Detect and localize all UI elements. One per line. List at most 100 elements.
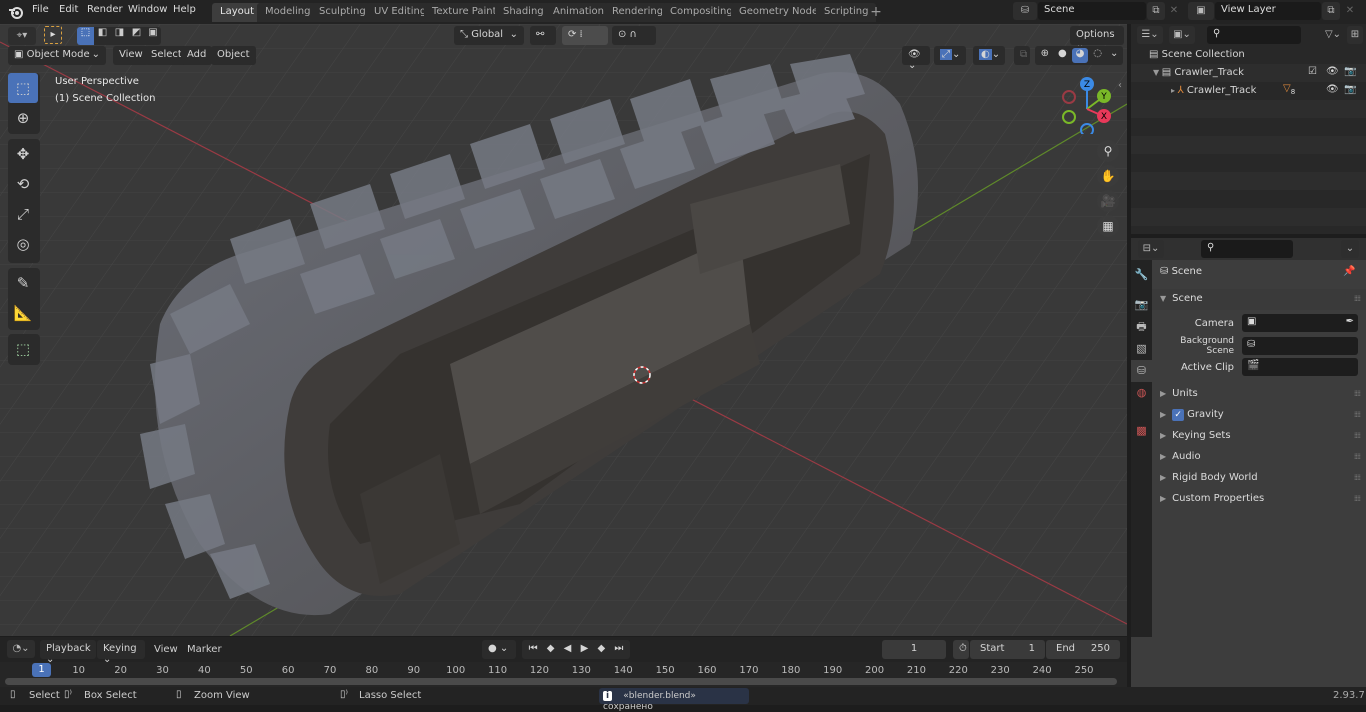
panel-audio[interactable]: ▶ Audio ⁞⁞⁞⁞ [1152, 447, 1366, 468]
drag-handle-icon[interactable]: ⁞⁞⁞⁞ [1354, 389, 1361, 398]
view-layer-name-field[interactable]: View Layer [1215, 2, 1321, 20]
outliner-search-input[interactable]: ⚲ [1207, 26, 1301, 44]
menu-window[interactable]: Window [128, 4, 167, 15]
snap-toggle[interactable]: ⟳ ⁞ [562, 26, 608, 45]
properties-search-input[interactable]: ⚲ [1201, 240, 1293, 258]
next-keyframe-icon[interactable]: ◆ [597, 643, 605, 656]
jump-end-icon[interactable]: ⏭ [614, 643, 623, 656]
transform-orientation-dropdown[interactable]: ⤡ Global ⌄ [454, 26, 524, 45]
jump-start-icon[interactable]: ⏮ [529, 643, 538, 656]
wireframe-shading-icon[interactable]: ⊕ [1037, 48, 1053, 63]
navigation-gizmo[interactable]: Z Y X [1055, 74, 1125, 134]
output-tab-icon[interactable]: 🖶 [1131, 316, 1152, 338]
scene-tab-icon[interactable]: ⛁ [1131, 360, 1152, 382]
view-layer-tab-icon[interactable]: ▧ [1131, 338, 1152, 360]
scene-name-field[interactable]: Scene [1038, 2, 1146, 20]
panel-scene-header[interactable]: ▼ Scene ⁞⁞⁞⁞ [1152, 289, 1366, 310]
current-frame-field[interactable]: 1 [882, 640, 946, 659]
sidebar-toggle-icon[interactable]: ‹ [1118, 80, 1122, 91]
play-reverse-icon[interactable]: ◀ [564, 643, 572, 656]
drag-handle-icon[interactable]: ⁞⁞⁞⁞ [1354, 452, 1361, 461]
tab-compositing[interactable]: Compositing [662, 3, 741, 22]
new-collection-icon[interactable]: ⊞ [1347, 26, 1363, 44]
drag-handle-icon[interactable]: ⁞⁞⁞⁞ [1354, 473, 1361, 482]
background-scene-field[interactable]: ⛁ [1242, 337, 1358, 355]
solid-shading-icon[interactable]: ● [1055, 48, 1071, 63]
move-tool-icon[interactable]: ✥ [8, 139, 38, 169]
auto-keying-toggle[interactable]: ● ⌄ [482, 640, 516, 659]
editor-type-icon[interactable]: ⊟⌄ [1138, 240, 1164, 258]
timeline-editor-type-icon[interactable]: ◔⌄ [7, 640, 35, 658]
tab-shading[interactable]: Shading [495, 3, 552, 22]
zoom-view-icon[interactable]: ⚲ [1097, 140, 1119, 162]
exclude-checkbox[interactable]: ☑ [1308, 66, 1317, 77]
cursor-tool-icon[interactable]: ⊕ [8, 103, 38, 133]
play-icon[interactable]: ▶ [581, 643, 589, 656]
filter-icon[interactable]: ▽⌄ [1321, 26, 1345, 44]
tab-sculpting[interactable]: Sculpting [311, 3, 374, 22]
camera-render-icon[interactable]: 📷 [1344, 66, 1356, 77]
outliner-row-object[interactable]: ▸ ⅄ Crawler_Track ▽8 👁 📷 [1131, 82, 1366, 100]
panel-keying-sets[interactable]: ▶ Keying Sets ⁞⁞⁞⁞ [1152, 426, 1366, 447]
playhead-frame[interactable]: 1 [32, 663, 51, 677]
pivot-point-dropdown[interactable]: ⚯ [530, 26, 556, 45]
options-dropdown[interactable]: Options ⌄ [1070, 26, 1124, 51]
world-tab-icon[interactable]: ◍ [1131, 382, 1152, 404]
tab-animation[interactable]: Animation [545, 3, 612, 22]
playback-dropdown[interactable]: Playback ⌄ [40, 640, 96, 665]
select-tool-icon[interactable]: ▸ [44, 26, 62, 44]
menu-edit[interactable]: Edit [59, 4, 78, 15]
end-frame-field[interactable]: End 250 [1046, 640, 1120, 659]
outliner-scene-collection[interactable]: ▤ Scene Collection [1131, 46, 1366, 64]
camera-field[interactable]: ▣ ✒ [1242, 314, 1358, 332]
camera-render-icon[interactable]: 📷 [1344, 84, 1356, 95]
active-clip-field[interactable]: 🎬 [1242, 358, 1358, 376]
select-intersect-icon[interactable]: ▣ [145, 27, 161, 45]
panel-units[interactable]: ▶ Units ⁞⁞⁞⁞ [1152, 384, 1366, 405]
editor-type-icon[interactable]: ⌖▾ [8, 27, 36, 45]
eyedropper-icon[interactable]: ✒ [1346, 316, 1354, 327]
perspective-toggle-icon[interactable]: ▦ [1097, 215, 1119, 237]
select-new-icon[interactable]: ⬚ [77, 27, 94, 45]
new-view-layer-icon[interactable]: ⧉ [1322, 2, 1340, 20]
blender-logo-icon[interactable] [8, 4, 24, 20]
select-subtract-icon[interactable]: ◨ [111, 27, 128, 45]
pin-icon[interactable]: 📌 [1343, 266, 1355, 277]
tab-texture-paint[interactable]: Texture Paint [424, 3, 505, 22]
outliner-row-collection[interactable]: ▼ ▤ Crawler_Track ☑ 👁 📷 [1131, 64, 1366, 82]
select-extend-icon[interactable]: ◧ [94, 27, 111, 45]
view-layer-selector-icon[interactable]: ▣ [1188, 2, 1214, 20]
overlay-toggle[interactable]: ◐ ⌄ [973, 46, 1005, 65]
rotate-tool-icon[interactable]: ⟲ [8, 169, 38, 199]
drag-handle-icon[interactable]: ⁞⁞⁞⁞ [1354, 494, 1361, 503]
tool-tab-icon[interactable]: 🔧 [1131, 264, 1152, 286]
eye-icon[interactable]: 👁 [1326, 66, 1339, 77]
add-workspace-button[interactable]: + [867, 3, 885, 22]
properties-options-icon[interactable]: ⌄ [1341, 240, 1359, 258]
view-layer-filter-icon[interactable]: ▣⌄ [1169, 26, 1195, 44]
menu-view[interactable]: View [113, 46, 149, 65]
start-frame-field[interactable]: Start 1 [970, 640, 1045, 659]
select-box-tool-icon[interactable]: ⬚ [8, 73, 38, 103]
expand-triangle-icon[interactable]: ▼ [1153, 68, 1162, 77]
panel-custom-properties[interactable]: ▶ Custom Properties ⁞⁞⁞⁞ [1152, 489, 1366, 510]
drag-handle-icon[interactable]: ⁞⁞⁞⁞ [1354, 294, 1361, 303]
gravity-checkbox[interactable]: ✓ [1172, 409, 1185, 421]
shading-options-icon[interactable]: ⌄ [1107, 48, 1121, 63]
material-shading-icon[interactable]: ◕ [1072, 48, 1088, 63]
info-message[interactable]: i «blender.blend» сохранено [599, 688, 749, 712]
render-tab-icon[interactable]: 📷 [1131, 294, 1152, 316]
scale-tool-icon[interactable]: ⤢ [8, 199, 38, 229]
transform-tool-icon[interactable]: ◎ [8, 229, 38, 259]
menu-file[interactable]: File [32, 4, 49, 15]
proportional-editing-toggle[interactable]: ⊙ ∩ [612, 26, 656, 45]
panel-gravity[interactable]: ▶ ✓ Gravity ⁞⁞⁞⁞ [1152, 405, 1366, 426]
scene-selector-icon[interactable]: ⛁ [1013, 2, 1037, 20]
tab-modeling[interactable]: Modeling [257, 3, 319, 22]
delete-scene-icon[interactable]: ✕ [1166, 2, 1182, 20]
menu-object[interactable]: Object [211, 46, 256, 65]
menu-render[interactable]: Render [87, 4, 123, 15]
visibility-dropdown[interactable]: 👁⌄ [902, 46, 930, 71]
rendered-shading-icon[interactable]: ◌ [1090, 48, 1106, 63]
prev-keyframe-icon[interactable]: ◆ [547, 643, 555, 656]
